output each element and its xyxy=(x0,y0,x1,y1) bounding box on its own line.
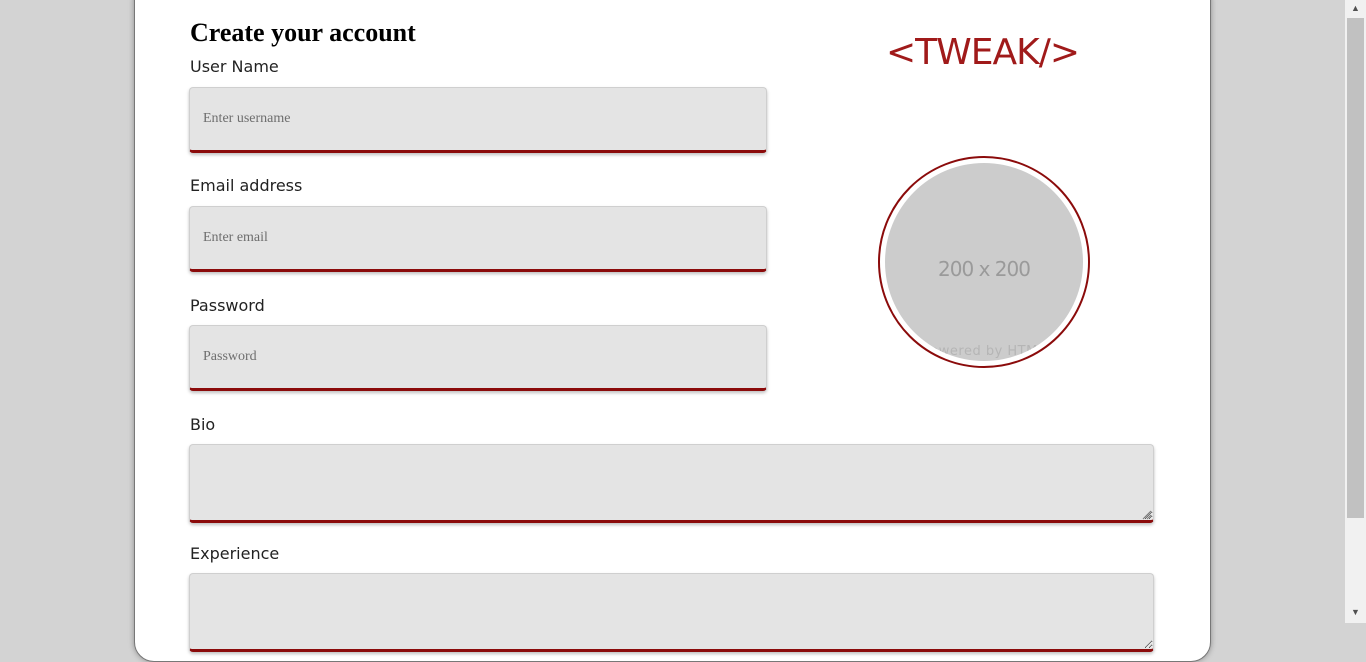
scroll-up-arrow-icon[interactable]: ▲ xyxy=(1345,0,1366,17)
username-label: User Name xyxy=(190,57,279,76)
username-input[interactable] xyxy=(189,87,767,153)
scroll-thumb[interactable] xyxy=(1347,18,1364,518)
avatar-placeholder-image: 200 x 200 Powered by HTML xyxy=(885,163,1083,361)
bio-label: Bio xyxy=(190,415,216,434)
experience-textarea[interactable] xyxy=(189,573,1154,652)
avatar-size-text: 200 x 200 xyxy=(938,257,1031,281)
avatar-frame: 200 x 200 Powered by HTML xyxy=(878,156,1090,368)
avatar-powered-text: Powered by HTML xyxy=(922,344,1046,359)
page-scrollbar[interactable]: ▲ ▼ xyxy=(1345,0,1366,623)
page-title: Create your account xyxy=(190,18,416,47)
password-label: Password xyxy=(190,296,265,315)
email-label: Email address xyxy=(190,176,303,195)
bio-textarea[interactable] xyxy=(189,444,1154,523)
brand-logo: <TWEAK/> xyxy=(886,32,1080,73)
experience-label: Experience xyxy=(190,544,280,563)
password-input[interactable] xyxy=(189,325,767,391)
scroll-down-arrow-icon[interactable]: ▼ xyxy=(1345,604,1366,621)
email-input[interactable] xyxy=(189,206,767,272)
